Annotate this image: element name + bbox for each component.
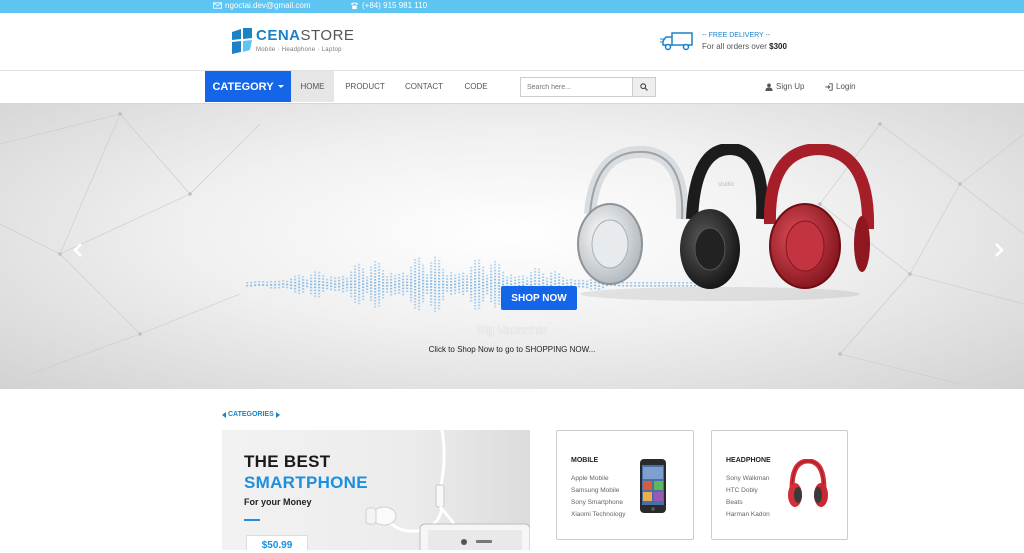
search-box <box>520 77 656 97</box>
triangle-right-icon <box>275 411 280 418</box>
red-headphone-image <box>788 459 828 507</box>
nav-code[interactable]: CODE <box>458 71 494 102</box>
phone-contact[interactable]: (+84) 915 981 110 <box>350 1 427 10</box>
caret-down-icon <box>277 85 284 88</box>
brand-tagline: Mobile · Headphone · Laptop <box>256 47 342 53</box>
category-card-headphone[interactable]: HEADPHONE Sony Walkman HTC Dobly Beats H… <box>711 430 848 540</box>
delivery-title: -- FREE DELIVERY -- <box>702 31 771 39</box>
category-label: CATEGORY <box>212 80 274 93</box>
list-item[interactable]: Beats <box>726 497 770 509</box>
envelope-icon <box>213 2 222 9</box>
hero-slider[interactable]: studio SHOP NOW Big Vauncher Click to Sh… <box>0 104 1024 389</box>
search-icon <box>640 83 648 91</box>
next-slide-arrow-icon[interactable] <box>993 242 1005 258</box>
earphones-phone-image <box>365 430 530 553</box>
delivery-amount: $300 <box>769 41 787 51</box>
list-item[interactable]: Xiaomi Technology <box>571 509 625 521</box>
list-item[interactable]: Sony Smartphone <box>571 497 625 509</box>
search-input[interactable] <box>521 78 633 96</box>
delivery-truck-icon <box>660 32 693 51</box>
shop-now-button[interactable]: SHOP NOW <box>501 286 577 310</box>
list-item[interactable]: HTC Dobly <box>726 485 770 497</box>
signup-link[interactable]: Sign Up <box>765 71 804 102</box>
email-text: ngoctai.dev@gmail.com <box>225 1 311 10</box>
free-delivery-notice: -- FREE DELIVERY -- For all orders over … <box>660 30 787 52</box>
categories-heading: CATEGORIES <box>222 411 280 418</box>
top-contact-bar: ngoctai.dev@gmail.com (+84) 915 981 110 <box>0 0 1024 13</box>
promo-divider <box>244 519 260 521</box>
site-header: CENASTORE Mobile · Headphone · Laptop --… <box>0 13 1024 71</box>
phone-text: (+84) 915 981 110 <box>362 1 428 10</box>
logo-mark-icon <box>232 28 252 54</box>
login-link[interactable]: Login <box>825 71 856 102</box>
promo-line-2: SMARTPHONE <box>244 473 368 492</box>
prev-slide-arrow-icon[interactable] <box>72 242 84 258</box>
signup-label: Sign Up <box>776 82 805 91</box>
login-icon <box>825 82 833 91</box>
brand-name-bold: CENA <box>256 27 301 44</box>
headphone-brand-list: Sony Walkman HTC Dobly Beats Harman Kado… <box>726 473 770 521</box>
list-item[interactable]: Samsung Mobile <box>571 485 625 497</box>
phone-icon <box>350 2 359 10</box>
smartphone-promo-banner[interactable]: THE BEST SMARTPHONE For your Money $50.9… <box>222 430 530 553</box>
headphone-brand-label: studio <box>718 182 735 188</box>
list-item[interactable]: Apple Mobile <box>571 473 625 485</box>
logo[interactable]: CENASTORE Mobile · Headphone · Laptop <box>232 28 354 56</box>
card-title-headphone: HEADPHONE <box>726 457 771 464</box>
headphones-image: studio <box>577 144 875 301</box>
list-item[interactable]: Harman Kadon <box>726 509 770 521</box>
search-button[interactable] <box>632 78 655 96</box>
mobile-brand-list: Apple Mobile Samsung Mobile Sony Smartph… <box>571 473 625 521</box>
category-card-mobile[interactable]: MOBILE Apple Mobile Samsung Mobile Sony … <box>556 430 694 540</box>
category-dropdown-button[interactable]: CATEGORY <box>205 71 291 102</box>
user-icon <box>765 83 773 91</box>
main-navbar: CATEGORY HOME PRODUCT CONTACT CODE Sign … <box>0 71 1024 104</box>
triangle-left-icon <box>222 411 226 418</box>
smartphone-image <box>640 459 666 513</box>
card-title-mobile: MOBILE <box>571 457 599 464</box>
hero-subtitle: Click to Shop Now to go to SHOPPING NOW.… <box>428 345 596 354</box>
nav-home[interactable]: HOME <box>291 71 334 102</box>
hero-title: Big Vauncher <box>476 323 548 337</box>
list-item[interactable]: Sony Walkman <box>726 473 770 485</box>
email-contact[interactable]: ngoctai.dev@gmail.com <box>213 1 311 10</box>
promo-line-3: For your Money <box>244 497 312 507</box>
login-label: Login <box>836 82 856 91</box>
nav-product[interactable]: PRODUCT <box>340 71 390 102</box>
nav-contact[interactable]: CONTACT <box>398 71 450 102</box>
promo-line-1: THE BEST <box>244 452 331 471</box>
categories-label: CATEGORIES <box>228 411 274 418</box>
delivery-text: For all orders over $300 <box>702 41 787 51</box>
brand-name-light: STORE <box>300 27 355 44</box>
